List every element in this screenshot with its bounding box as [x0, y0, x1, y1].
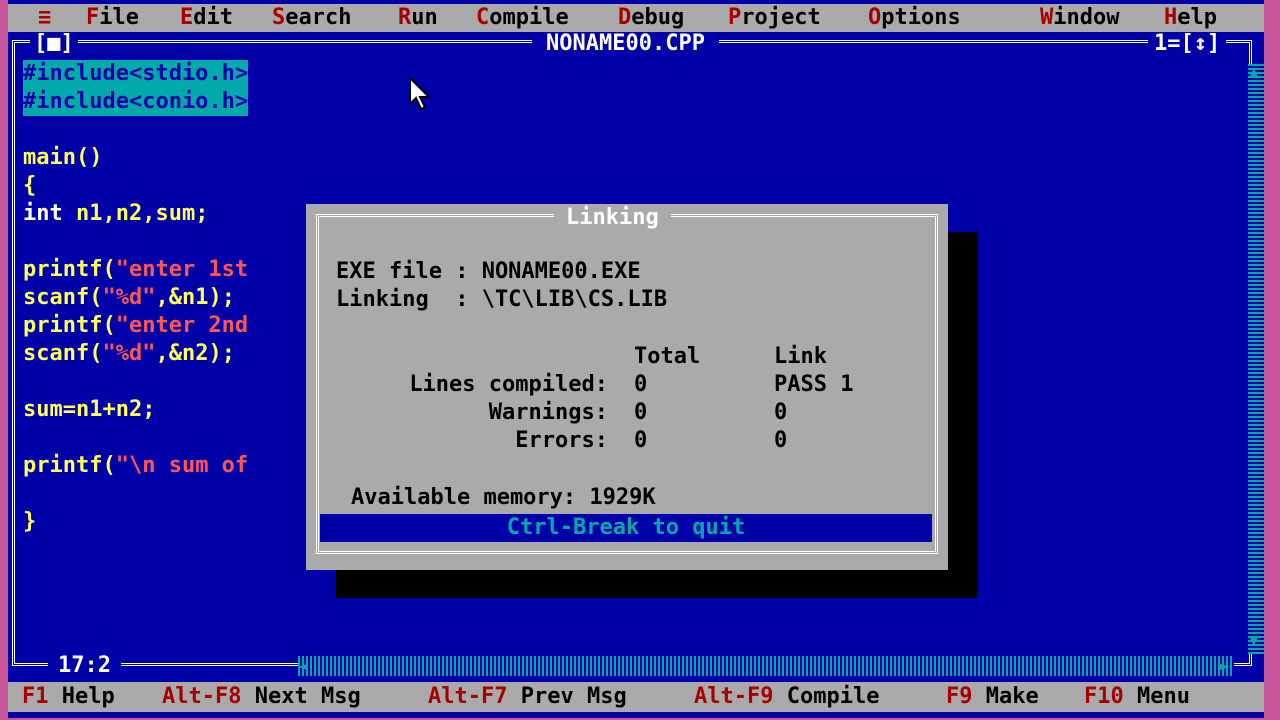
lines-compiled-link: PASS 1: [774, 372, 854, 397]
turbo-cpp-screen: ≡ File Edit Search Run Compile Debug Pro…: [8, 0, 1264, 718]
status-compile[interactable]: Alt-F9 Compile: [694, 684, 879, 710]
cursor-position: 17:2: [48, 655, 121, 677]
scroll-left-icon[interactable]: ◄: [298, 656, 308, 675]
menu-project[interactable]: Project: [728, 5, 821, 31]
code-line[interactable]: printf("enter 2nd: [23, 312, 248, 340]
column-link-header: Link: [774, 344, 827, 369]
menu-help[interactable]: Help: [1164, 5, 1217, 31]
warnings-link: 0: [774, 400, 788, 425]
available-memory: Available memory: 1929K: [351, 485, 656, 510]
errors-link: 0: [774, 428, 788, 453]
menu-window[interactable]: Window: [1040, 5, 1119, 31]
window-close-button[interactable]: [■]: [30, 33, 78, 55]
code-line[interactable]: scanf("%d",&n2);: [23, 340, 235, 368]
scroll-down-icon[interactable]: ▼: [1249, 630, 1259, 649]
code-line[interactable]: #include<conio.h>: [23, 88, 249, 116]
horizontal-scrollbar[interactable]: [298, 656, 1234, 676]
scroll-up-icon[interactable]: ▲: [1249, 62, 1259, 81]
code-line[interactable]: main(): [23, 144, 102, 172]
exe-file-line: EXE file : NONAME00.EXE: [336, 259, 641, 284]
menu-edit[interactable]: Edit: [180, 5, 233, 31]
menu-bar: ≡ File Edit Search Run Compile Debug Pro…: [8, 4, 1264, 32]
lines-compiled-total: 0: [634, 372, 648, 397]
mouse-pointer-icon: [409, 76, 432, 111]
dialog-title: Linking: [554, 206, 671, 230]
warnings-total: 0: [634, 400, 648, 425]
menu-file[interactable]: File: [86, 5, 139, 31]
menu-compile[interactable]: Compile: [476, 5, 569, 31]
status-bar: F1 Help Alt-F8 Next Msg Alt-F7 Prev Msg …: [8, 682, 1264, 712]
code-line[interactable]: {: [23, 172, 36, 200]
menu-options[interactable]: Options: [868, 5, 961, 31]
scroll-right-icon[interactable]: ►: [1220, 656, 1230, 675]
code-line[interactable]: printf("enter 1st: [23, 256, 248, 284]
status-f1-help[interactable]: F1 Help: [22, 684, 115, 710]
window-title: NONAME00.CPP: [532, 33, 719, 55]
code-line[interactable]: printf("\n sum of: [23, 452, 248, 480]
ctrl-break-quit-bar: Ctrl-Break to quit: [320, 514, 932, 542]
code-line[interactable]: int n1,n2,sum;: [23, 200, 208, 228]
warnings-label: Warnings:: [488, 400, 608, 425]
lines-compiled-label: Lines compiled:: [409, 372, 608, 397]
status-menu[interactable]: F10 Menu: [1084, 684, 1190, 710]
menu-search[interactable]: Search: [272, 5, 351, 31]
code-line[interactable]: sum=n1+n2;: [23, 396, 155, 424]
status-next-msg[interactable]: Alt-F8 Next Msg: [162, 684, 361, 710]
column-total-header: Total: [634, 344, 701, 369]
code-line[interactable]: }: [23, 508, 36, 536]
status-prev-msg[interactable]: Alt-F7 Prev Msg: [428, 684, 627, 710]
vertical-scrollbar[interactable]: [1248, 64, 1264, 654]
linking-dialog: Linking EXE file : NONAME00.EXE Linking …: [306, 204, 948, 570]
code-line[interactable]: scanf("%d",&n1);: [23, 284, 235, 312]
menu-debug[interactable]: Debug: [618, 5, 684, 31]
window-number-zoom[interactable]: 1=[↕]: [1148, 33, 1227, 55]
menu-run[interactable]: Run: [398, 5, 438, 31]
status-make[interactable]: F9 Make: [946, 684, 1039, 710]
errors-total: 0: [634, 428, 648, 453]
linking-line: Linking : \TC\LIB\CS.LIB: [336, 287, 668, 312]
code-line[interactable]: #include<stdio.h>: [23, 60, 249, 88]
system-menu-icon[interactable]: ≡: [38, 5, 51, 31]
errors-label: Errors:: [515, 428, 608, 453]
